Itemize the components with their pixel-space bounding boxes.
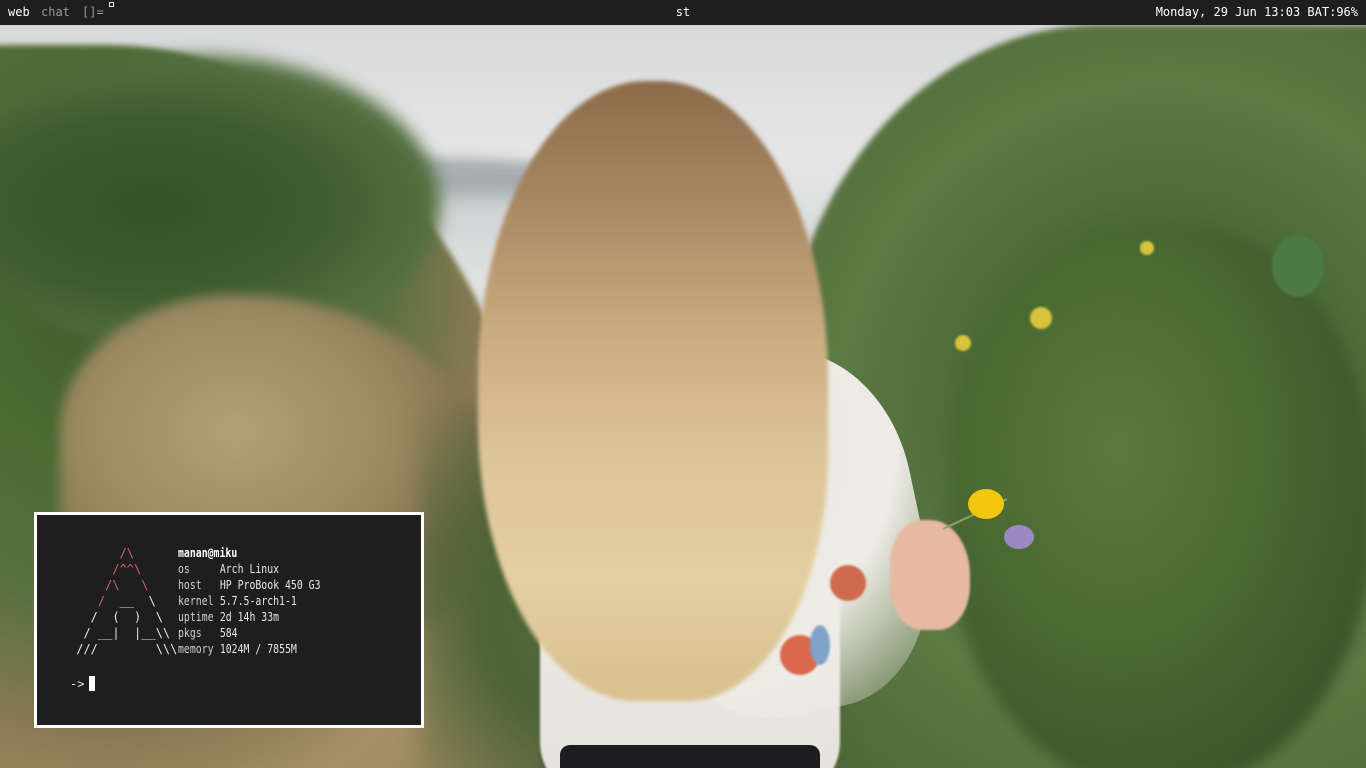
arch-ascii-logo: /\ /^^\ /\ \ / __ \ / ( ) \ / __| |__\\ …: [76, 546, 178, 656]
info-row-pkgs: pkgs 584: [178, 625, 321, 641]
wallpaper-wildflower: [1140, 241, 1154, 255]
info-key: pkgs: [178, 626, 202, 640]
info-value: 1024M / 7855M: [219, 642, 297, 656]
wallpaper-wildflower: [955, 335, 971, 351]
wallpaper-wildflower: [1030, 307, 1052, 329]
info-value: 5.7.5-arch1-1: [219, 594, 297, 608]
status-text: Monday, 29 Jun 13:03 BAT:96%: [1155, 5, 1358, 19]
info-value: Arch Linux: [219, 562, 280, 576]
wallpaper-pants: [560, 745, 820, 768]
info-row-uptime: uptime 2d 14h 33m: [178, 609, 321, 625]
wallpaper-floral-print: [830, 565, 866, 601]
info-row-kernel: kernel 5.7.5-arch1-1: [178, 593, 321, 609]
wallpaper-bushes: [950, 225, 1366, 768]
info-key: os: [178, 562, 190, 576]
wallpaper-hair: [478, 81, 828, 701]
shell-prompt[interactable]: ->: [70, 676, 96, 692]
info-key: host: [178, 578, 202, 592]
info-key: kernel: [178, 594, 214, 608]
text-cursor: [89, 676, 96, 691]
status-bar: web chat []= st Monday, 29 Jun 13:03 BAT…: [0, 0, 1366, 25]
info-value: HP ProBook 450 G3: [219, 578, 321, 592]
info-row-os: os Arch Linux: [178, 561, 321, 577]
info-key: uptime: [178, 610, 214, 624]
info-key: memory: [178, 642, 214, 656]
prompt-symbol: ->: [70, 677, 85, 691]
info-row-memory: memory 1024M / 7855M: [178, 641, 321, 657]
terminal-window[interactable]: /\ /^^\ /\ \ / __ \ / ( ) \ / __| |__\\ …: [34, 512, 424, 728]
info-row-host: host HP ProBook 450 G3: [178, 577, 321, 593]
user-host: manan@miku: [178, 546, 238, 560]
wallpaper-cactus: [1272, 235, 1324, 297]
info-value: 2d 14h 33m: [219, 610, 280, 624]
wallpaper-purple-flower: [1004, 525, 1034, 549]
wallpaper-hands: [890, 520, 970, 630]
info-value: 584: [219, 626, 238, 640]
system-info: manan@miku os Arch Linux host HP ProBook 4…: [178, 545, 321, 657]
wallpaper-floral-print: [810, 625, 830, 665]
wallpaper-yellow-flower: [968, 489, 1004, 519]
